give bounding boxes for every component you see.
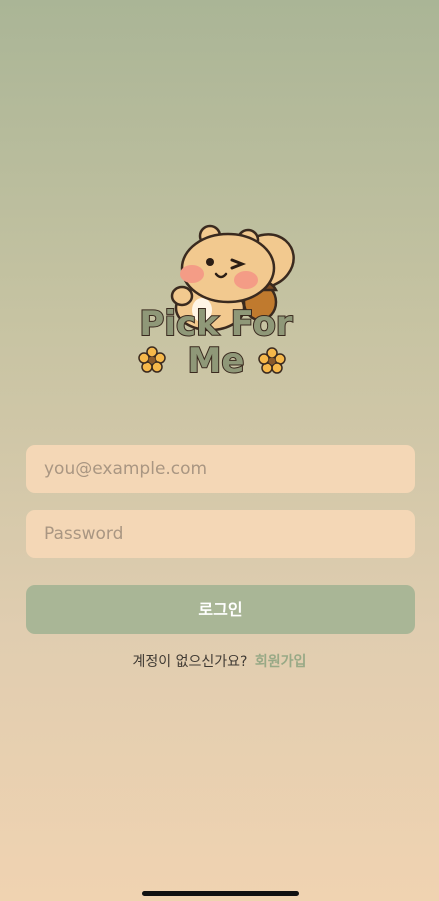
logo-text-line1: Pick For [139, 304, 292, 344]
signup-link[interactable]: 회원가입 [255, 654, 307, 670]
signup-row: 계정이 없으신가요? 회원가입 [0, 651, 439, 671]
email-input[interactable] [26, 445, 415, 493]
flower-icon [138, 346, 166, 373]
logo-text-line2: Me [188, 341, 245, 380]
pick-for-me-logo: Pick For Me [138, 224, 295, 380]
password-input[interactable] [26, 510, 415, 558]
signup-prompt: 계정이 없으신가요? [132, 654, 248, 670]
flower-icon [258, 347, 286, 374]
login-button[interactable]: 로그인 [26, 585, 415, 634]
home-indicator [142, 891, 299, 896]
